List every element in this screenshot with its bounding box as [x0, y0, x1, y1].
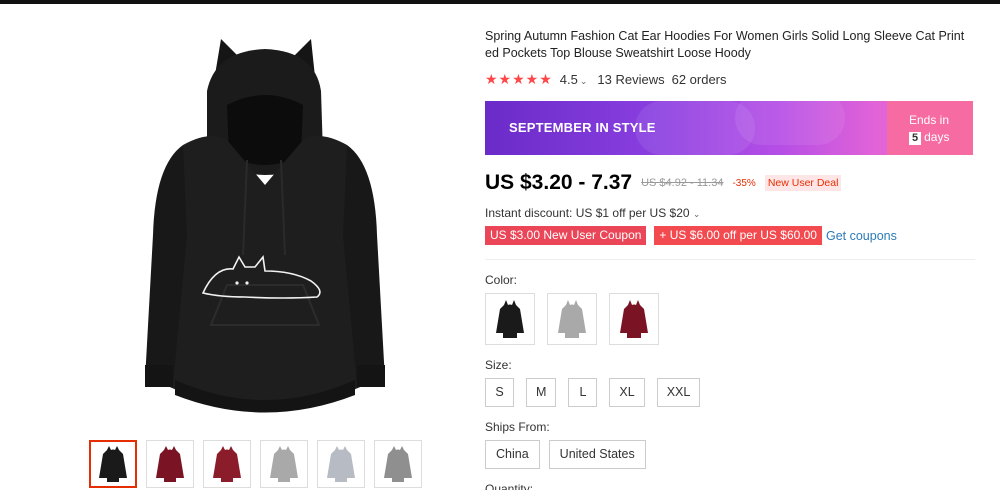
chevron-down-icon: ⌄	[692, 209, 701, 219]
color-swatch-gray[interactable]	[547, 293, 597, 345]
size-options: S M L XL XXL	[485, 378, 975, 407]
reviews-link[interactable]: 13 Reviews	[597, 72, 664, 87]
star-rating-icon: ★★★★★	[485, 71, 553, 87]
thumbnail-1[interactable]	[146, 440, 194, 488]
coupon-row: US $3.00 New User Coupon + US $6.00 off …	[485, 226, 975, 245]
product-info: Spring Autumn Fashion Cat Ear Hoodies Fo…	[485, 28, 975, 490]
color-label: Color:	[485, 273, 518, 287]
size-option-s[interactable]: S	[485, 378, 514, 407]
get-coupons-link[interactable]: Get coupons	[826, 229, 897, 243]
discount-percent: -35%	[732, 177, 756, 189]
color-swatch-black[interactable]	[485, 293, 535, 345]
new-user-coupon[interactable]: US $3.00 New User Coupon	[485, 226, 647, 245]
hoodie-icon	[327, 446, 355, 482]
size-option-m[interactable]: M	[526, 378, 557, 407]
rating-row: ★★★★★ 4.5 ⌄ 13 Reviews 62 orders	[485, 71, 975, 88]
hoodie-icon	[213, 446, 241, 482]
size-option-xxl[interactable]: XXL	[656, 378, 701, 407]
hoodie-icon	[384, 446, 412, 482]
price-row: US $3.20 - 7.37 US $4.92 - 11.34 -35% Ne…	[485, 171, 975, 195]
size-option-xl[interactable]: XL	[609, 378, 645, 407]
instant-discount[interactable]: Instant discount: US $1 off per US $20 ⌄	[485, 206, 975, 220]
ships-from-united-states[interactable]: United States	[548, 440, 646, 469]
current-price: US $3.20 - 7.37	[485, 171, 633, 194]
hoodie-icon	[558, 300, 586, 338]
thumbnail-0[interactable]	[89, 440, 137, 488]
extra-coupon[interactable]: + US $6.00 off per US $60.00	[654, 226, 822, 245]
color-swatches	[485, 293, 975, 345]
hoodie-icon	[620, 300, 648, 338]
product-title: Spring Autumn Fashion Cat Ear Hoodies Fo…	[485, 29, 965, 60]
rating-number: 4.5	[559, 72, 578, 87]
hoodie-icon	[270, 446, 298, 482]
original-price: US $4.92 - 11.34	[641, 177, 724, 189]
thumbnail-5[interactable]	[374, 440, 422, 488]
banner-countdown: Ends in 5 days	[887, 101, 973, 155]
banner-title: SEPTEMBER IN STYLE	[509, 120, 656, 135]
rating-value[interactable]: 4.5 ⌄	[560, 72, 588, 87]
days-number: 5	[909, 132, 922, 145]
size-option-l[interactable]: L	[568, 378, 598, 407]
chevron-down-icon: ⌄	[579, 76, 588, 86]
hoodie-icon	[496, 300, 524, 338]
quantity-label: Quantity:	[485, 482, 534, 490]
ships-from-label: Ships From:	[485, 420, 550, 434]
ships-from-options: China United States	[485, 440, 975, 469]
ends-in-label: Ends in	[909, 113, 950, 127]
ships-from-china[interactable]: China	[485, 440, 540, 469]
main-product-image[interactable]	[115, 35, 415, 425]
hoodie-icon	[99, 446, 127, 482]
thumbnail-4[interactable]	[317, 440, 365, 488]
days-remaining: 5 days	[909, 129, 973, 146]
top-bar	[0, 0, 1000, 4]
instant-discount-text: Instant discount: US $1 off per US $20	[485, 206, 690, 220]
thumbnail-3[interactable]	[260, 440, 308, 488]
thumbnail-strip	[89, 440, 422, 488]
days-label: days	[924, 130, 950, 144]
promo-banner[interactable]: SEPTEMBER IN STYLE Ends in 5 days	[485, 101, 973, 155]
orders-count: 62 orders	[671, 72, 727, 87]
banner-decor	[735, 101, 845, 145]
divider	[485, 259, 975, 260]
thumbnail-2[interactable]	[203, 440, 251, 488]
color-swatch-wine-red[interactable]	[609, 293, 659, 345]
new-user-deal-badge: New User Deal	[764, 175, 842, 191]
hoodie-icon	[156, 446, 184, 482]
size-label: Size:	[485, 358, 512, 372]
